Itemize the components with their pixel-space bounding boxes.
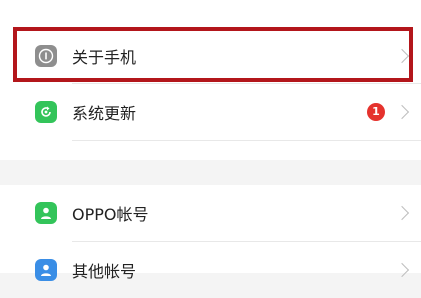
chevron-right-icon	[394, 104, 410, 120]
settings-item-about-phone[interactable]: 关于手机	[0, 28, 421, 84]
settings-item-label: 系统更新	[72, 104, 137, 123]
other-account-icon	[35, 259, 57, 281]
settings-group-accounts: OPPO帐号 其他帐号	[0, 185, 421, 281]
settings-item-other-accounts[interactable]: 其他帐号	[0, 242, 421, 298]
settings-item-system-update[interactable]: 系统更新 1	[0, 84, 421, 140]
chevron-right-icon	[394, 205, 410, 221]
update-icon	[35, 101, 57, 123]
settings-group-device: 关于手机 系统更新 1	[0, 0, 421, 160]
account-icon	[35, 202, 57, 224]
chevron-right-icon	[394, 262, 410, 278]
settings-item-label: 其他帐号	[72, 262, 137, 281]
settings-item-label: 关于手机	[72, 48, 137, 67]
notification-badge: 1	[367, 103, 385, 121]
info-icon	[35, 45, 57, 67]
chevron-right-icon	[394, 48, 410, 64]
settings-item-label: OPPO帐号	[72, 205, 149, 224]
settings-item-oppo-account[interactable]: OPPO帐号	[0, 185, 421, 241]
divider	[72, 140, 421, 141]
